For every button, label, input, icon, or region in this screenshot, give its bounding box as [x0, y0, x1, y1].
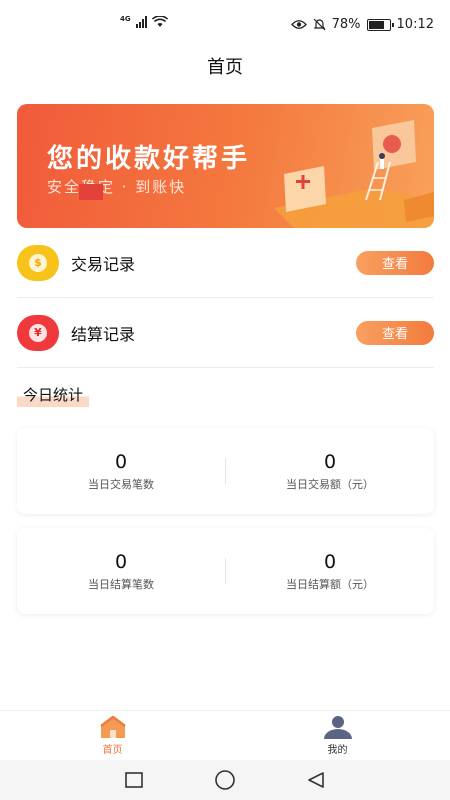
back-triangle-icon[interactable]: [306, 770, 326, 790]
recents-square-icon[interactable]: [124, 770, 144, 790]
yuan-coin-red-icon: ¥: [17, 314, 59, 351]
view-settlements-button[interactable]: 查看: [356, 320, 434, 345]
nav-tab-home[interactable]: 首页: [0, 711, 225, 760]
bottom-nav: 首页 我的: [0, 710, 450, 760]
mute-bell-icon: [313, 18, 326, 31]
battery-fill: [368, 20, 385, 29]
app-screen: 4G 78% 10:12 首页 您的收款好帮手 安全稳定 · 到账快 $ 交易记…: [0, 0, 450, 800]
today-stats-heading: 今日统计: [17, 384, 90, 407]
settlement-stats-card: 0 当日结算笔数 0 当日结算额（元）: [17, 528, 434, 614]
banner-illustration: [274, 120, 434, 228]
menu-label-settlements: 结算记录: [71, 324, 136, 344]
stat-label: 当日交易笔数: [88, 477, 154, 491]
eye-icon: [290, 20, 307, 29]
nav-tab-profile[interactable]: 我的: [225, 711, 450, 760]
stat-value: 0: [323, 450, 337, 473]
battery-percent: 78%: [331, 17, 361, 32]
status-right: 78% 10:12: [290, 17, 434, 32]
stat-label: 当日结算额（元）: [286, 577, 374, 591]
menu-row-transactions[interactable]: $ 交易记录 查看: [17, 228, 434, 298]
nav-label-profile: 我的: [327, 745, 348, 756]
banner-title: 您的收款好帮手: [47, 144, 251, 174]
yuan-coin-yellow-icon: $: [17, 244, 59, 281]
page-title: 首页: [207, 57, 243, 78]
stat-settlement-count: 0 当日结算笔数: [17, 551, 225, 592]
banner-red-square: [79, 184, 103, 200]
promo-banner[interactable]: 您的收款好帮手 安全稳定 · 到账快: [17, 104, 434, 228]
stat-value: 0: [114, 450, 128, 473]
stat-label: 当日结算笔数: [88, 577, 154, 591]
network-indicators: 4G: [120, 15, 168, 28]
status-bar: 4G 78% 10:12: [0, 0, 450, 40]
stat-value: 0: [323, 550, 337, 573]
stat-transaction-count: 0 当日交易笔数: [17, 451, 225, 492]
stat-transaction-amount: 0 当日交易额（元）: [226, 451, 434, 492]
view-transactions-button[interactable]: 查看: [356, 250, 434, 275]
wifi-icon: [151, 16, 168, 27]
battery-icon: [366, 18, 394, 31]
signal-icon: [135, 16, 147, 28]
clock: 10:12: [396, 17, 434, 32]
nav-label-home: 首页: [102, 745, 123, 756]
user-icon: [323, 716, 352, 739]
system-nav-bar: [0, 760, 450, 800]
stat-value: 0: [114, 550, 128, 573]
banner-subtitle: 安全稳定 · 到账快: [47, 178, 187, 196]
stat-settlement-amount: 0 当日结算额（元）: [226, 551, 434, 592]
stat-label: 当日交易额（元）: [286, 477, 374, 491]
menu-row-settlements[interactable]: ¥ 结算记录 查看: [17, 298, 434, 368]
home-circle-icon[interactable]: [214, 769, 236, 791]
network-type: 4G: [120, 15, 131, 23]
menu-label-transactions: 交易记录: [71, 254, 136, 274]
transaction-stats-card: 0 当日交易笔数 0 当日交易额（元）: [17, 428, 434, 514]
home-icon: [99, 715, 126, 738]
